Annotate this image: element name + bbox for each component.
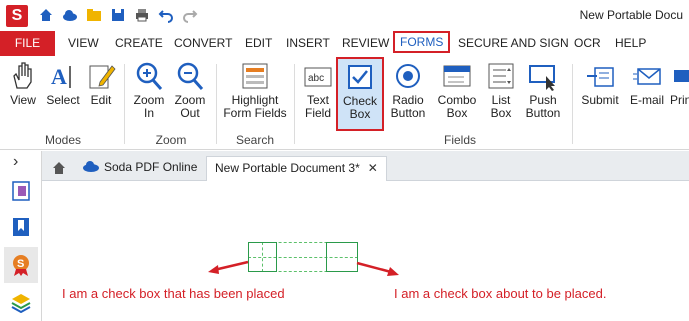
home-icon[interactable] bbox=[38, 7, 54, 23]
combo-box-icon bbox=[443, 65, 471, 87]
current-document-tab[interactable]: New Portable Document 3* ✕ bbox=[206, 156, 387, 181]
save-icon[interactable] bbox=[110, 7, 126, 23]
select-button[interactable]: A Select bbox=[44, 58, 82, 107]
expand-panel-icon[interactable]: › bbox=[13, 153, 18, 171]
text-field-button[interactable]: abc Text Field bbox=[300, 58, 336, 120]
push-button-icon bbox=[529, 65, 555, 91]
home-tab[interactable] bbox=[48, 156, 70, 181]
tab-create[interactable]: CREATE bbox=[115, 36, 163, 50]
submit-icon bbox=[587, 67, 614, 87]
tab-file[interactable]: FILE bbox=[0, 31, 55, 56]
right-arrow bbox=[356, 261, 399, 276]
thumbnails-icon[interactable] bbox=[10, 180, 32, 202]
soda-online-tab-label: Soda PDF Online bbox=[104, 160, 198, 174]
tab-view[interactable]: VIEW bbox=[68, 36, 99, 50]
svg-text:A: A bbox=[51, 64, 67, 89]
svg-text:abc: abc bbox=[308, 73, 324, 84]
zoom-in-button[interactable]: Zoom In bbox=[132, 58, 166, 120]
current-document-tab-label: New Portable Document 3* bbox=[215, 161, 360, 175]
menu-bar: FILE VIEW CREATE CONVERT EDIT INSERT REV… bbox=[0, 30, 689, 56]
home-tab-icon bbox=[53, 162, 65, 174]
layers-icon[interactable] bbox=[10, 291, 32, 313]
text-select-icon: A bbox=[51, 64, 71, 89]
redo-icon[interactable] bbox=[182, 7, 198, 23]
signature-seal-icon[interactable]: S bbox=[10, 254, 32, 276]
tab-ocr[interactable]: OCR bbox=[574, 36, 601, 50]
tab-help[interactable]: HELP bbox=[615, 36, 646, 50]
view-button[interactable]: View bbox=[6, 58, 40, 107]
push-button-button[interactable]: Push Button bbox=[522, 58, 564, 120]
group-zoom-label: Zoom bbox=[155, 133, 187, 147]
tab-insert[interactable]: INSERT bbox=[286, 36, 330, 50]
close-tab-icon[interactable]: ✕ bbox=[368, 161, 378, 175]
email-icon bbox=[633, 68, 661, 85]
checkbox-icon bbox=[348, 65, 372, 89]
print-form-icon bbox=[674, 70, 689, 82]
text-field-icon: abc bbox=[304, 67, 332, 87]
radio-icon bbox=[396, 64, 420, 88]
window-title: New Portable Docu bbox=[579, 8, 683, 22]
list-box-button[interactable]: List Box bbox=[484, 58, 518, 120]
print-icon[interactable] bbox=[134, 7, 150, 23]
to-place-annotation: I am a check box about to be placed. bbox=[394, 286, 607, 301]
ribbon: View A Select Edit Zoom In Zoom Out High… bbox=[0, 56, 689, 150]
print-form-button[interactable]: Prin bbox=[670, 58, 689, 107]
zoom-out-button[interactable]: Zoom Out bbox=[172, 58, 208, 120]
svg-text:S: S bbox=[17, 258, 24, 270]
zoom-out-icon bbox=[177, 62, 204, 90]
document-tab-strip: Soda PDF Online New Portable Document 3*… bbox=[42, 151, 689, 181]
placed-annotation: I am a check box that has been placed bbox=[62, 286, 285, 301]
title-bar: S New Portable Docu bbox=[0, 0, 689, 30]
new-check-box-preview[interactable] bbox=[326, 242, 358, 272]
tab-review[interactable]: REVIEW bbox=[342, 36, 389, 50]
cloud-tab-icon bbox=[83, 161, 99, 172]
cloud-icon[interactable] bbox=[62, 7, 78, 23]
group-modes-label: Modes bbox=[44, 133, 82, 147]
highlight-form-fields-button[interactable]: Highlight Form Fields bbox=[222, 58, 288, 120]
tab-secure-and-sign[interactable]: SECURE AND SIGN bbox=[458, 36, 569, 50]
zoom-in-icon bbox=[136, 62, 163, 90]
highlight-fields-icon bbox=[242, 63, 268, 89]
bookmark-icon[interactable] bbox=[10, 216, 32, 238]
soda-online-tab[interactable]: Soda PDF Online bbox=[74, 156, 205, 181]
left-arrow bbox=[208, 260, 249, 274]
combo-box-button[interactable]: Combo Box bbox=[436, 58, 478, 120]
undo-icon[interactable] bbox=[158, 7, 174, 23]
radio-button-button[interactable]: Radio Button bbox=[388, 58, 428, 120]
submit-button[interactable]: Submit bbox=[578, 58, 622, 107]
left-panel: › S bbox=[0, 151, 42, 321]
folder-icon[interactable] bbox=[86, 7, 102, 23]
email-button[interactable]: E-mail bbox=[628, 58, 666, 107]
group-search-label: Search bbox=[235, 133, 275, 147]
group-fields-label: Fields bbox=[443, 133, 476, 147]
hand-icon bbox=[13, 62, 32, 89]
tab-forms[interactable]: FORMS bbox=[393, 31, 451, 53]
tab-convert[interactable]: CONVERT bbox=[174, 36, 232, 50]
edit-button[interactable]: Edit bbox=[86, 58, 116, 107]
edit-pencil-icon bbox=[89, 65, 116, 89]
list-box-icon bbox=[488, 63, 514, 89]
app-logo[interactable]: S bbox=[6, 5, 28, 27]
tab-edit[interactable]: EDIT bbox=[245, 36, 272, 50]
check-box-button[interactable]: Check Box bbox=[336, 57, 384, 131]
